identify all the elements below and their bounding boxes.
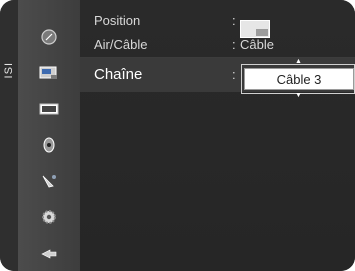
source-tag: ISI xyxy=(3,62,15,79)
screen-icon[interactable] xyxy=(37,99,61,119)
menu-row-air-cable[interactable]: Air/Câble : Câble xyxy=(80,34,355,56)
menu-row-colon: : xyxy=(232,13,236,28)
channel-spinner[interactable]: ▲ Câble 3 ▼ xyxy=(241,58,355,99)
menu-row-label: Position xyxy=(94,13,141,28)
picture-icon[interactable] xyxy=(37,27,61,47)
channel-value: Câble 3 xyxy=(244,68,354,90)
input-icon[interactable] xyxy=(37,243,61,263)
menu-category-column xyxy=(18,0,80,271)
setup-icon[interactable] xyxy=(37,207,61,227)
arrow-down-icon[interactable]: ▼ xyxy=(295,92,302,99)
arrow-up-icon[interactable]: ▲ xyxy=(295,58,302,65)
sound-icon[interactable] xyxy=(37,135,61,155)
tv-osd-screen: ISI Position: Air/Câble: Câble Chaîne … xyxy=(0,0,355,271)
menu-row-colon: : xyxy=(232,37,236,52)
menu-row-value: Câble xyxy=(240,37,274,52)
menu-row-position[interactable]: Position : xyxy=(80,10,355,38)
osd-frame: ISI Position: Air/Câble: Câble Chaîne … xyxy=(0,0,355,271)
menu-row-colon: : xyxy=(232,67,236,82)
menu-panel: Position : Air/Câble : Câble Chaîne : xyxy=(80,0,355,271)
menu-row-label: Air/Câble xyxy=(94,37,148,52)
menu-row-label: Chaîne xyxy=(94,66,143,83)
satellite-icon[interactable] xyxy=(37,171,61,191)
source-bar: ISI xyxy=(0,0,18,271)
pip-icon[interactable] xyxy=(37,63,61,83)
